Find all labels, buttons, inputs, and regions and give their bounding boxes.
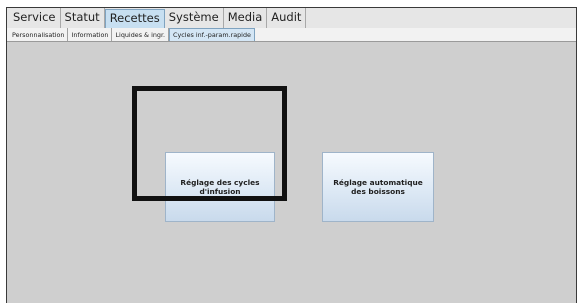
- menu-recettes[interactable]: Recettes: [104, 9, 165, 28]
- menu-service[interactable]: Service: [9, 8, 61, 28]
- tab-personnalisation[interactable]: Personnalisation: [9, 28, 69, 41]
- main-content-panel: Réglage des cycles d'infusion Réglage au…: [7, 42, 576, 303]
- automatic-drinks-settings-button[interactable]: Réglage automatique des boissons: [322, 152, 434, 222]
- menu-media[interactable]: Media: [224, 8, 268, 28]
- tab-cycles-infusion-param-rapide[interactable]: Cycles inf.-param.rapide: [169, 28, 255, 41]
- highlight-frame: [132, 86, 287, 201]
- menu-statut[interactable]: Statut: [61, 8, 105, 28]
- menu-audit[interactable]: Audit: [267, 8, 307, 28]
- sub-tab-bar: Personnalisation Information Liquides & …: [7, 28, 576, 42]
- menu-systeme[interactable]: Système: [165, 8, 224, 28]
- tab-information[interactable]: Information: [68, 28, 113, 41]
- tab-liquides-ingredients[interactable]: Liquides & ingr.: [112, 28, 170, 41]
- main-menu-bar: Service Statut Recettes Système Media Au…: [7, 8, 576, 29]
- app-window: Service Statut Recettes Système Media Au…: [6, 7, 577, 303]
